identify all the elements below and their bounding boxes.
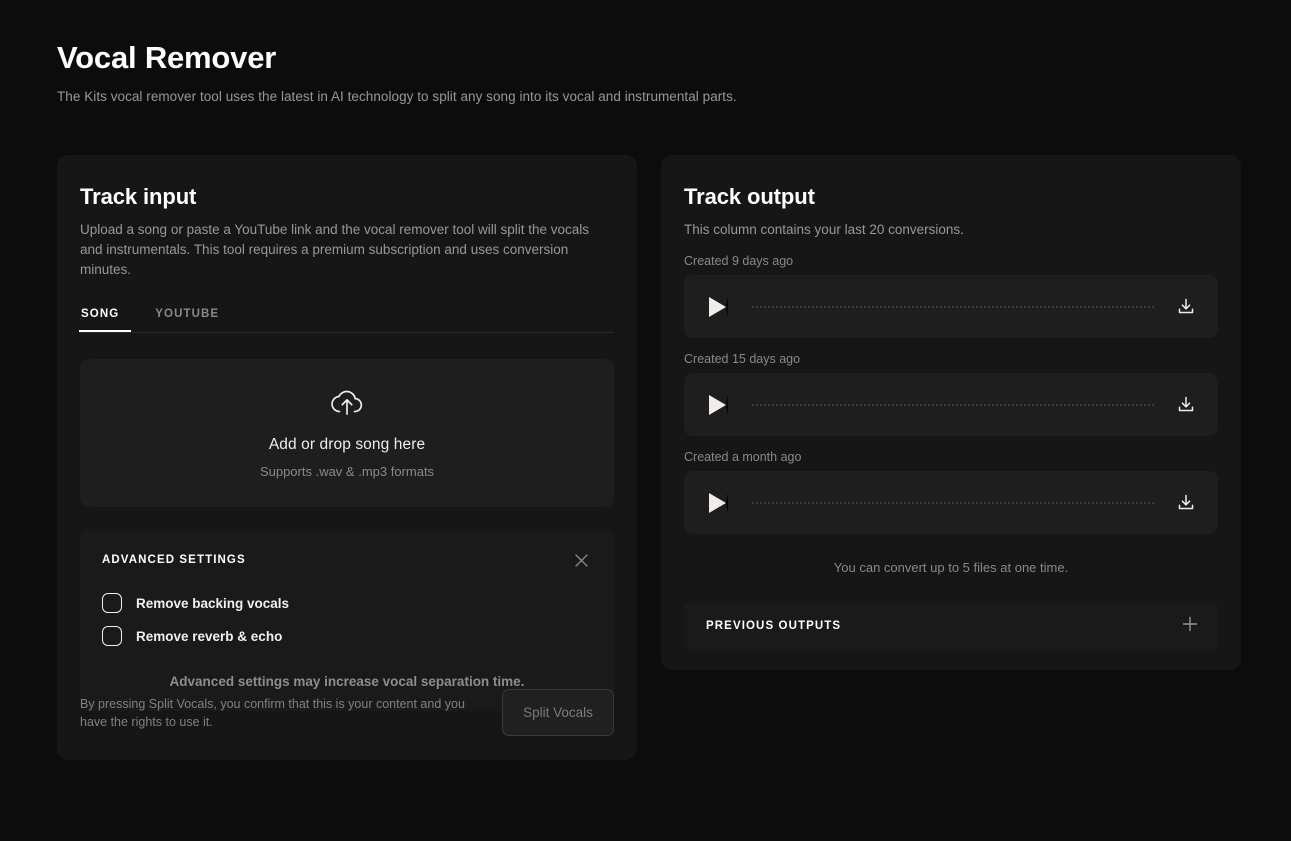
track-output-title: Track output [684,184,815,209]
dropzone-subtitle: Supports .wav & .mp3 formats [259,464,435,479]
play-icon[interactable] [709,394,728,415]
plus-icon[interactable] [1182,616,1198,637]
waveform-progress[interactable] [752,501,1154,504]
split-disclaimer: By pressing Split Vocals, you confirm th… [80,696,465,729]
checkbox-remove-reverb-echo[interactable] [102,626,122,646]
play-icon[interactable] [709,296,728,317]
option-remove-backing-vocals[interactable]: Remove backing vocals [102,593,592,613]
track-input-description: Upload a song or paste a YouTube link an… [80,222,590,277]
previous-outputs-label: PREVIOUS OUTPUTS [706,620,842,632]
dropzone-title: Add or drop song here [268,436,426,453]
convert-limit-note: You can convert up to 5 files at one tim… [833,560,1069,575]
checkbox-remove-backing-vocals[interactable] [102,593,122,613]
track-input-tabs: SONG YOUTUBE [79,302,614,333]
download-icon[interactable] [1176,297,1196,317]
track-created-label: Created 15 days ago [684,352,801,366]
vocal-remover-page: Vocal Remover The Kits vocal remover too… [0,0,1291,841]
option-label: Remove backing vocals [136,595,290,611]
track-output-panel: Track output This column contains your l… [661,155,1241,670]
play-icon[interactable] [709,492,728,513]
download-icon[interactable] [1176,493,1196,513]
tab-youtube[interactable]: YOUTUBE [153,302,231,332]
page-header: Vocal Remover The Kits vocal remover too… [57,38,957,106]
advanced-settings-note: Advanced settings may increase vocal sep… [169,674,525,689]
track-created-label: Created 9 days ago [684,254,794,268]
option-label: Remove reverb & echo [136,628,283,644]
output-track-row [684,275,1218,338]
waveform-progress[interactable] [752,305,1154,308]
song-dropzone[interactable]: Add or drop song here Supports .wav & .m… [80,359,614,507]
advanced-settings-title: ADVANCED SETTINGS [102,554,246,566]
output-track-row [684,373,1218,436]
previous-outputs-row[interactable]: PREVIOUS OUTPUTS [684,601,1218,651]
tab-song[interactable]: SONG [79,302,132,332]
output-track-row [684,471,1218,534]
advanced-settings-header: ADVANCED SETTINGS [102,549,592,571]
option-remove-reverb-echo[interactable]: Remove reverb & echo [102,626,592,646]
track-input-panel: Track input Upload a song or paste a You… [57,155,637,760]
advanced-settings-panel: ADVANCED SETTINGS Remove backing vocals … [80,529,614,711]
waveform-progress[interactable] [752,403,1154,406]
close-icon[interactable] [570,549,592,571]
download-icon[interactable] [1176,395,1196,415]
track-input-footer: By pressing Split Vocals, you confirm th… [57,689,637,760]
track-input-title: Track input [80,184,197,209]
split-vocals-button[interactable]: Split Vocals [502,689,614,736]
track-output-description: This column contains your last 20 conver… [684,222,964,237]
track-created-label: Created a month ago [684,450,802,464]
cloud-upload-icon [329,387,365,422]
page-subtitle: The Kits vocal remover tool uses the lat… [57,89,737,104]
page-title: Vocal Remover [57,40,277,75]
